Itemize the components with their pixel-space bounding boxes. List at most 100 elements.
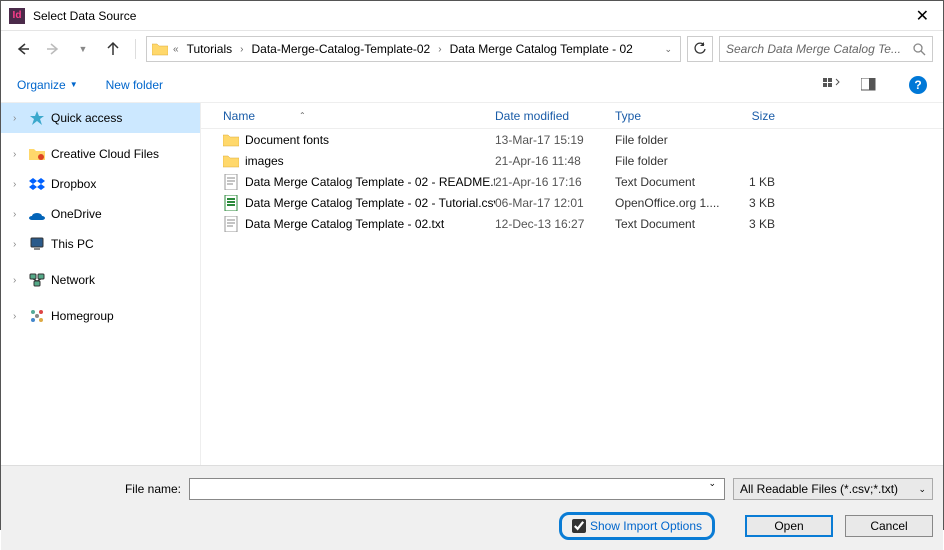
search-input[interactable]: [726, 42, 906, 56]
breadcrumb[interactable]: « Tutorials › Data-Merge-Catalog-Templat…: [146, 36, 681, 62]
show-import-options[interactable]: Show Import Options: [559, 512, 715, 540]
sidebar-item-label: Quick access: [51, 111, 200, 125]
file-size: 1 KB: [735, 175, 815, 189]
filename-input[interactable]: [194, 479, 720, 493]
sidebar-item[interactable]: › Homegroup: [1, 301, 200, 331]
file-date: 21-Apr-16 11:48: [495, 154, 615, 168]
recent-dropdown[interactable]: ▼: [71, 37, 95, 61]
chevron-right-icon: ›: [13, 179, 23, 190]
header-size[interactable]: Size: [735, 109, 815, 123]
file-type: File folder: [615, 133, 735, 147]
forward-button[interactable]: [41, 37, 65, 61]
file-date: 12-Dec-13 16:27: [495, 217, 615, 231]
nav-row: ▼ « Tutorials › Data-Merge-Catalog-Templ…: [1, 31, 943, 67]
sidebar: › Quick access › Creative Cloud Files › Dropb…: [1, 103, 201, 465]
app-icon: Id: [9, 8, 25, 24]
button-row: Show Import Options Open Cancel: [11, 512, 933, 540]
cancel-button[interactable]: Cancel: [845, 515, 933, 537]
sidebar-item-label: Dropbox: [51, 177, 200, 191]
file-name: Data Merge Catalog Template - 02.txt: [245, 217, 444, 231]
file-list: Document fonts 13-Mar-17 15:19File folder…: [201, 129, 943, 465]
preview-pane-button[interactable]: [859, 74, 881, 96]
sidebar-icon: [29, 272, 45, 288]
file-row[interactable]: Data Merge Catalog Template - 02.txt 12-D…: [201, 213, 943, 234]
file-size: 3 KB: [735, 196, 815, 210]
breadcrumb-item[interactable]: Data-Merge-Catalog-Template-02: [247, 42, 434, 56]
sort-asc-icon: ⌃: [299, 111, 306, 120]
window-title: Select Data Source: [33, 9, 910, 23]
file-type: Text Document: [615, 175, 735, 189]
up-button[interactable]: [101, 37, 125, 61]
file-date: 13-Mar-17 15:19: [495, 133, 615, 147]
chevron-down-icon: ⌄: [918, 484, 926, 495]
sidebar-item[interactable]: › Dropbox: [1, 169, 200, 199]
sidebar-icon: [29, 308, 45, 324]
txt-icon: [223, 174, 239, 190]
file-name: Data Merge Catalog Template - 02 - Tutor…: [245, 196, 495, 210]
sidebar-icon: [29, 110, 45, 126]
file-row[interactable]: Data Merge Catalog Template - 02 - Tutor…: [201, 192, 943, 213]
file-name: images: [245, 154, 284, 168]
refresh-button[interactable]: [687, 36, 713, 62]
file-area: Name ⌃ Date modified Type Size Document …: [201, 103, 943, 465]
sidebar-item[interactable]: › Quick access: [1, 103, 200, 133]
footer: File name: ⌄ All Readable Files (*.csv;*…: [1, 465, 943, 550]
sidebar-icon: [29, 206, 45, 222]
chevron-right-icon: ›: [436, 44, 443, 55]
breadcrumb-dropdown[interactable]: ⌄: [660, 44, 676, 55]
csv-icon: [223, 195, 239, 211]
sidebar-item-label: Network: [51, 273, 200, 287]
file-name: Document fonts: [245, 133, 329, 147]
file-name: Data Merge Catalog Template - 02 - READM…: [245, 175, 495, 189]
organize-button[interactable]: Organize ▼: [17, 78, 78, 92]
file-type: File folder: [615, 154, 735, 168]
sidebar-item[interactable]: ›OneDrive: [1, 199, 200, 229]
sidebar-item[interactable]: ›This PC: [1, 229, 200, 259]
sidebar-item-label: OneDrive: [51, 207, 200, 221]
file-date: 06-Mar-17 12:01: [495, 196, 615, 210]
txt-icon: [223, 216, 239, 232]
filename-row: File name: ⌄ All Readable Files (*.csv;*…: [11, 478, 933, 500]
header-name[interactable]: Name ⌃: [201, 109, 495, 123]
chevron-right-icon: ›: [238, 44, 245, 55]
filetype-select[interactable]: All Readable Files (*.csv;*.txt) ⌄: [733, 478, 933, 500]
file-size: 3 KB: [735, 217, 815, 231]
breadcrumb-prefix: «: [171, 44, 181, 55]
file-row[interactable]: images 21-Apr-16 11:48File folder: [201, 150, 943, 171]
import-options-label: Show Import Options: [590, 519, 702, 533]
sidebar-item-label: Creative Cloud Files: [51, 147, 200, 161]
search-icon[interactable]: [912, 42, 926, 56]
back-button[interactable]: [11, 37, 35, 61]
open-button[interactable]: Open: [745, 515, 833, 537]
file-type: OpenOffice.org 1....: [615, 196, 735, 210]
folder-icon: [223, 132, 239, 148]
sidebar-item-label: Homegroup: [51, 309, 200, 323]
sidebar-item[interactable]: › Creative Cloud Files: [1, 139, 200, 169]
import-options-checkbox[interactable]: [572, 519, 586, 533]
sidebar-item[interactable]: ›Network: [1, 265, 200, 295]
header-type[interactable]: Type: [615, 109, 735, 123]
divider: [135, 39, 136, 59]
file-row[interactable]: Document fonts 13-Mar-17 15:19File folder: [201, 129, 943, 150]
file-type: Text Document: [615, 217, 735, 231]
chevron-right-icon: ›: [13, 311, 23, 322]
chevron-down-icon[interactable]: ⌄: [708, 478, 716, 489]
view-button[interactable]: [821, 74, 843, 96]
sidebar-icon: [29, 146, 45, 162]
breadcrumb-item[interactable]: Tutorials: [183, 42, 237, 56]
breadcrumb-item[interactable]: Data Merge Catalog Template - 02: [446, 42, 637, 56]
header-date[interactable]: Date modified: [495, 109, 615, 123]
titlebar: Id Select Data Source ✕: [1, 1, 943, 31]
filename-input-wrap[interactable]: ⌄: [189, 478, 725, 500]
chevron-right-icon: ›: [13, 113, 23, 124]
organize-label: Organize: [17, 78, 66, 92]
filetype-label: All Readable Files (*.csv;*.txt): [740, 482, 898, 496]
chevron-right-icon: ›: [13, 149, 23, 160]
file-row[interactable]: Data Merge Catalog Template - 02 - READM…: [201, 171, 943, 192]
new-folder-button[interactable]: New folder: [106, 78, 163, 92]
help-button[interactable]: ?: [909, 76, 927, 94]
folder-icon: [223, 153, 239, 169]
sidebar-icon: [29, 176, 45, 192]
close-icon[interactable]: ✕: [910, 6, 935, 26]
search-box[interactable]: [719, 36, 933, 62]
